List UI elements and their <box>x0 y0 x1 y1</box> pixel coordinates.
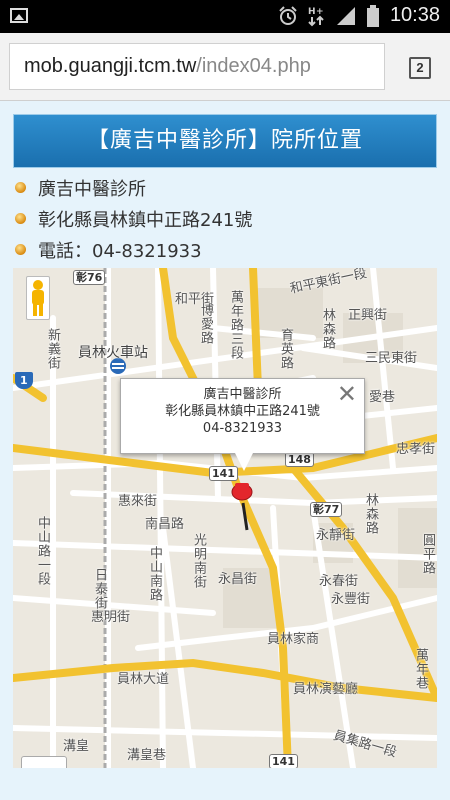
info-window-address: 彰化縣員林鎮中正路241號 <box>165 404 320 419</box>
status-bar: H + 10:38 <box>0 0 450 33</box>
route-shield: 141 <box>209 466 238 481</box>
map-info-window: 廣吉中醫診所 彰化縣員林鎮中正路241號 04-8321933 ✕ <box>120 378 365 471</box>
street-label: 光明南街 <box>191 533 206 589</box>
street-label: 萬年巷 <box>413 648 428 690</box>
tab-switcher-button[interactable]: 2 <box>409 57 431 79</box>
status-clock: 10:38 <box>389 4 440 26</box>
route-shield: 彰77 <box>310 502 343 517</box>
street-label: 圓平路 <box>420 533 435 575</box>
street-label: 惠明街 <box>91 610 131 625</box>
street-label: 員林大道 <box>117 672 170 687</box>
poi-label: 員林家商 <box>267 632 320 647</box>
clinic-name: 廣吉中醫診所 <box>38 178 146 200</box>
street-label: 三民東街 <box>365 351 418 366</box>
info-window-phone: 04-8321933 <box>202 421 283 436</box>
street-label: 愛巷 <box>369 390 396 405</box>
station-label: 員林火車站 <box>78 345 148 361</box>
street-label: 萬年路三段 <box>228 290 243 360</box>
battery-icon <box>367 5 379 27</box>
bullet-icon <box>15 182 26 193</box>
street-label: 林森路 <box>320 308 335 350</box>
clinic-info-list: 廣吉中醫診所 彰化縣員林鎮中正路241號 電話：04-8321933 <box>13 172 437 265</box>
bullet-icon <box>15 244 26 255</box>
route-shield: 141 <box>269 754 298 768</box>
list-item: 廣吉中醫診所 <box>13 172 437 203</box>
street-label: 惠來街 <box>118 494 158 509</box>
svg-text:+: + <box>316 7 324 17</box>
pegman-icon <box>32 280 44 316</box>
street-label: 中山南路 <box>147 546 162 602</box>
map[interactable]: 和平街 博愛路 萬年路三段 育英路 林森路 正興街 和平東街一段 三民東街 新義… <box>13 268 437 768</box>
route-shield: 彰76 <box>73 270 106 285</box>
browser-toolbar: mob.guangji.tcm.tw/index04.php 2 <box>0 33 450 101</box>
clinic-address: 彰化縣員林鎮中正路241號 <box>38 209 253 231</box>
url-host: mob.guangji.tcm.tw <box>24 55 197 77</box>
page-title: 【廣吉中醫診所】院所位置 <box>13 114 437 168</box>
list-item: 電話：04-8321933 <box>13 234 437 265</box>
street-view-pegman-button[interactable] <box>26 276 50 320</box>
gallery-icon <box>10 8 28 23</box>
url-bar[interactable]: mob.guangji.tcm.tw/index04.php <box>9 43 385 90</box>
list-item: 彰化縣員林鎮中正路241號 <box>13 203 437 234</box>
signal-icon <box>337 7 355 25</box>
street-label: 正興街 <box>348 308 388 323</box>
street-label: 溝皇 <box>63 739 90 754</box>
street-label: 永豐街 <box>331 592 371 607</box>
street-label: 中山路一段 <box>35 516 50 586</box>
alarm-icon <box>279 6 297 25</box>
street-label: 博愛路 <box>198 303 213 345</box>
route-shield: 1 <box>15 372 33 389</box>
info-window-name: 廣吉中醫診所 <box>203 387 282 402</box>
route-shield: 148 <box>285 452 314 467</box>
street-label: 林森路 <box>363 493 378 535</box>
svg-text:H: H <box>308 7 316 17</box>
street-label: 忠孝街 <box>396 442 436 457</box>
map-control[interactable] <box>21 756 67 768</box>
street-label: 永昌街 <box>218 572 258 587</box>
network-icon: H + <box>308 7 324 27</box>
street-label: 永靜街 <box>316 528 356 543</box>
url-path: /index04.php <box>196 55 311 77</box>
street-label: 永春街 <box>319 574 359 589</box>
clinic-phone[interactable]: 電話：04-8321933 <box>38 237 202 263</box>
close-icon[interactable]: ✕ <box>337 382 357 406</box>
street-label: 日泰街 <box>92 568 107 610</box>
street-label: 南昌路 <box>145 517 185 532</box>
bullet-icon <box>15 213 26 224</box>
poi-label: 員林演藝廳 <box>293 682 359 697</box>
street-label: 新義街 <box>45 328 60 370</box>
street-label: 育英路 <box>278 328 293 370</box>
status-icons: H + <box>277 5 380 27</box>
street-label: 溝皇巷 <box>127 748 167 763</box>
